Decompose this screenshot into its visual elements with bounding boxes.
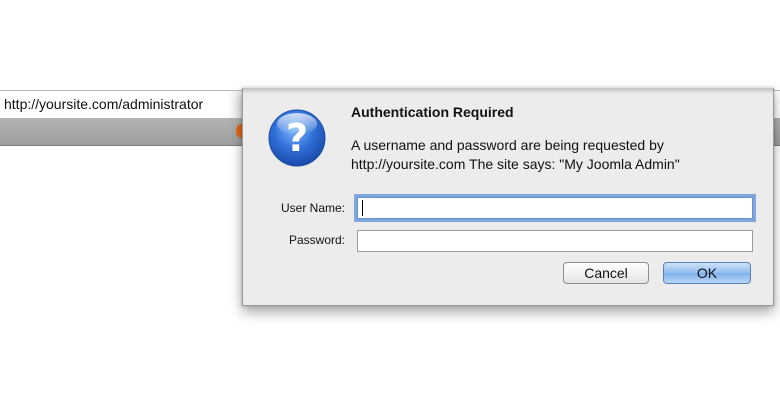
question-mark-icon: ?	[268, 109, 326, 167]
svg-text:?: ?	[286, 116, 308, 160]
sheet-top-shadow	[243, 88, 773, 94]
ok-button[interactable]: OK	[663, 262, 751, 284]
dialog-message-line-2: http://yoursite.com The site says: "My J…	[351, 156, 680, 172]
password-field[interactable]	[357, 230, 753, 252]
password-label: Password:	[288, 233, 345, 247]
authentication-dialog: ? Authentication Required A username and…	[242, 88, 774, 306]
username-field[interactable]	[354, 194, 756, 222]
text-caret	[362, 200, 363, 216]
dialog-title: Authentication Required	[351, 104, 514, 120]
dialog-message-line-1: A username and password are being reques…	[351, 137, 664, 153]
screen: http://yoursite.com/administrator ? Auth…	[0, 0, 780, 400]
username-label: User Name:	[280, 201, 345, 215]
cancel-button[interactable]: Cancel	[563, 262, 649, 284]
dialog-message: A username and password are being reques…	[351, 136, 761, 174]
address-bar-fade	[228, 91, 242, 119]
address-bar-url[interactable]: http://yoursite.com/administrator	[4, 96, 203, 112]
